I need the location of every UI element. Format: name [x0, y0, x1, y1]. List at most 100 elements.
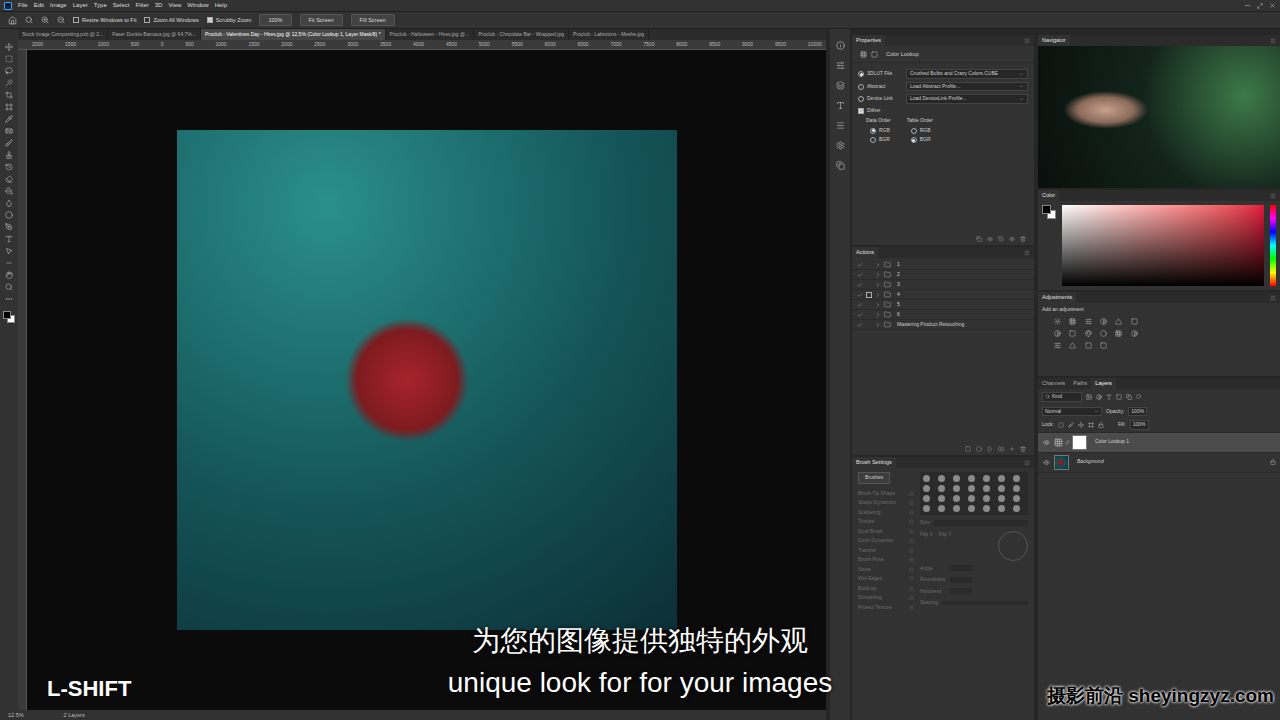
- lock-icon[interactable]: [909, 605, 914, 610]
- color-balance-icon[interactable]: [1054, 330, 1061, 337]
- option-button[interactable]: Fit Screen: [300, 14, 343, 26]
- action-set-row[interactable]: 4: [852, 290, 1034, 300]
- panel-tab[interactable]: Brush Settings: [852, 457, 896, 468]
- layer-thumbnail[interactable]: [1054, 455, 1069, 470]
- layers-panel-icon[interactable]: [836, 81, 845, 90]
- brush-option[interactable]: Dual Brush: [858, 528, 914, 536]
- levels-icon[interactable]: [1069, 318, 1076, 325]
- zoom-in-icon[interactable]: [41, 16, 49, 24]
- brush-option[interactable]: Brush Tip Shape: [858, 490, 914, 498]
- option-button[interactable]: 100%: [259, 14, 291, 26]
- visibility-icon[interactable]: [1009, 236, 1015, 242]
- brush-tip[interactable]: [983, 485, 990, 492]
- fill-value[interactable]: 100%: [1130, 420, 1149, 430]
- new-action-icon[interactable]: [1009, 446, 1015, 452]
- dialog-toggle[interactable]: [866, 272, 872, 278]
- threshold-icon[interactable]: [1069, 342, 1076, 349]
- crop-tool-icon[interactable]: [5, 91, 13, 99]
- line-tool-icon[interactable]: [5, 259, 13, 267]
- channel-mixer-icon[interactable]: [1100, 330, 1107, 337]
- exposure-icon[interactable]: [1100, 318, 1107, 325]
- panel-menu-icon[interactable]: [1270, 295, 1276, 301]
- lock-paint-icon[interactable]: [1068, 422, 1074, 428]
- info-panel-icon[interactable]: [836, 41, 845, 50]
- photo-filter-icon[interactable]: [1085, 330, 1092, 337]
- dither-row[interactable]: Dither: [858, 107, 1028, 115]
- mask-icon[interactable]: [871, 51, 878, 58]
- document-tab[interactable]: Proclub - Halloween - Hires.jpg @...: [386, 29, 475, 40]
- hue-saturation-icon[interactable]: [1131, 318, 1138, 325]
- action-set-row[interactable]: 1: [852, 260, 1034, 270]
- visibility-icon[interactable]: [1043, 439, 1050, 446]
- eyedropper-tool-icon[interactable]: [5, 115, 13, 123]
- radio-button[interactable]: [858, 84, 864, 90]
- radio-button[interactable]: [911, 137, 917, 143]
- paragraph-panel-icon[interactable]: [836, 121, 845, 130]
- visibility-icon[interactable]: [1043, 459, 1050, 466]
- frame-tool-icon[interactable]: [5, 103, 13, 111]
- brush-option[interactable]: Build-up: [858, 585, 914, 593]
- brush-option[interactable]: Protect Texture: [858, 604, 914, 612]
- lock-icon[interactable]: [909, 557, 914, 562]
- menu-item[interactable]: Layer: [73, 1, 88, 10]
- canvas[interactable]: [27, 50, 826, 710]
- expand-arrow-icon[interactable]: [875, 262, 881, 268]
- brush-tip[interactable]: [983, 475, 990, 482]
- filter-toggle-icon[interactable]: [1136, 394, 1141, 399]
- zoom-tool-icon[interactable]: [5, 283, 13, 291]
- styles-panel-icon[interactable]: [836, 141, 845, 150]
- checkbox[interactable]: [144, 17, 150, 23]
- hand-tool-icon[interactable]: [5, 271, 13, 279]
- opacity-value[interactable]: 100%: [1128, 407, 1147, 417]
- lock-pixels-icon[interactable]: [1058, 422, 1064, 428]
- menu-item[interactable]: Edit: [34, 1, 44, 10]
- brush-option[interactable]: Smoothing: [858, 594, 914, 602]
- menu-item[interactable]: Type: [94, 1, 107, 10]
- navigator-preview[interactable]: [1038, 46, 1280, 188]
- radio-button[interactable]: [858, 71, 864, 77]
- panel-tab[interactable]: Properties: [852, 35, 885, 46]
- document-tab[interactable]: Stock Image Compositing.psb @ 2...: [18, 29, 108, 40]
- action-set-row[interactable]: Mastering Product Retouching: [852, 320, 1034, 330]
- home-icon[interactable]: [8, 16, 17, 25]
- radio-button[interactable]: [870, 128, 876, 134]
- order-option[interactable]: RGB: [866, 127, 891, 135]
- foreground-color[interactable]: [1042, 205, 1051, 214]
- record-icon[interactable]: [976, 446, 982, 452]
- reset-icon[interactable]: [998, 236, 1004, 242]
- brush-tip[interactable]: [1013, 485, 1020, 492]
- delete-action-icon[interactable]: [1020, 446, 1026, 452]
- clone-source-icon[interactable]: [836, 161, 845, 170]
- panel-menu-icon[interactable]: [1024, 38, 1030, 44]
- stop-icon[interactable]: [965, 446, 971, 452]
- color-swatches[interactable]: [3, 311, 15, 323]
- brush-tip[interactable]: [923, 505, 930, 512]
- filter-adjustment-icon[interactable]: [1096, 394, 1102, 400]
- panel-menu-icon[interactable]: [1024, 250, 1030, 256]
- lasso-tool-icon[interactable]: [5, 67, 13, 75]
- layer-filter[interactable]: Kind: [1042, 392, 1082, 402]
- brush-tip[interactable]: [953, 485, 960, 492]
- brush-tip[interactable]: [983, 495, 990, 502]
- gradient-map-icon[interactable]: [1085, 342, 1092, 349]
- brush-tip[interactable]: [968, 475, 975, 482]
- panel-menu-icon[interactable]: [1024, 460, 1030, 466]
- pen-tool-icon[interactable]: [5, 223, 13, 231]
- history-brush-icon[interactable]: [5, 163, 13, 171]
- order-option[interactable]: RGB: [907, 127, 933, 135]
- brush-tip[interactable]: [1013, 505, 1020, 512]
- brush-tip[interactable]: [968, 495, 975, 502]
- expand-arrow-icon[interactable]: [875, 312, 881, 318]
- black-white-icon[interactable]: [1069, 330, 1076, 337]
- filter-pixel-icon[interactable]: [1086, 394, 1092, 400]
- brush-tip[interactable]: [938, 475, 945, 482]
- action-enabled-icon[interactable]: [857, 262, 863, 268]
- view-previous-icon[interactable]: [987, 236, 993, 242]
- brushes-button[interactable]: Brushes: [858, 472, 890, 484]
- hue-slider[interactable]: [1270, 205, 1276, 286]
- magic-wand-tool-icon[interactable]: [5, 79, 13, 87]
- filter-type-icon[interactable]: [1106, 394, 1112, 400]
- action-enabled-icon[interactable]: [857, 322, 863, 328]
- size-field[interactable]: [934, 520, 1028, 526]
- brush-tip[interactable]: [938, 495, 945, 502]
